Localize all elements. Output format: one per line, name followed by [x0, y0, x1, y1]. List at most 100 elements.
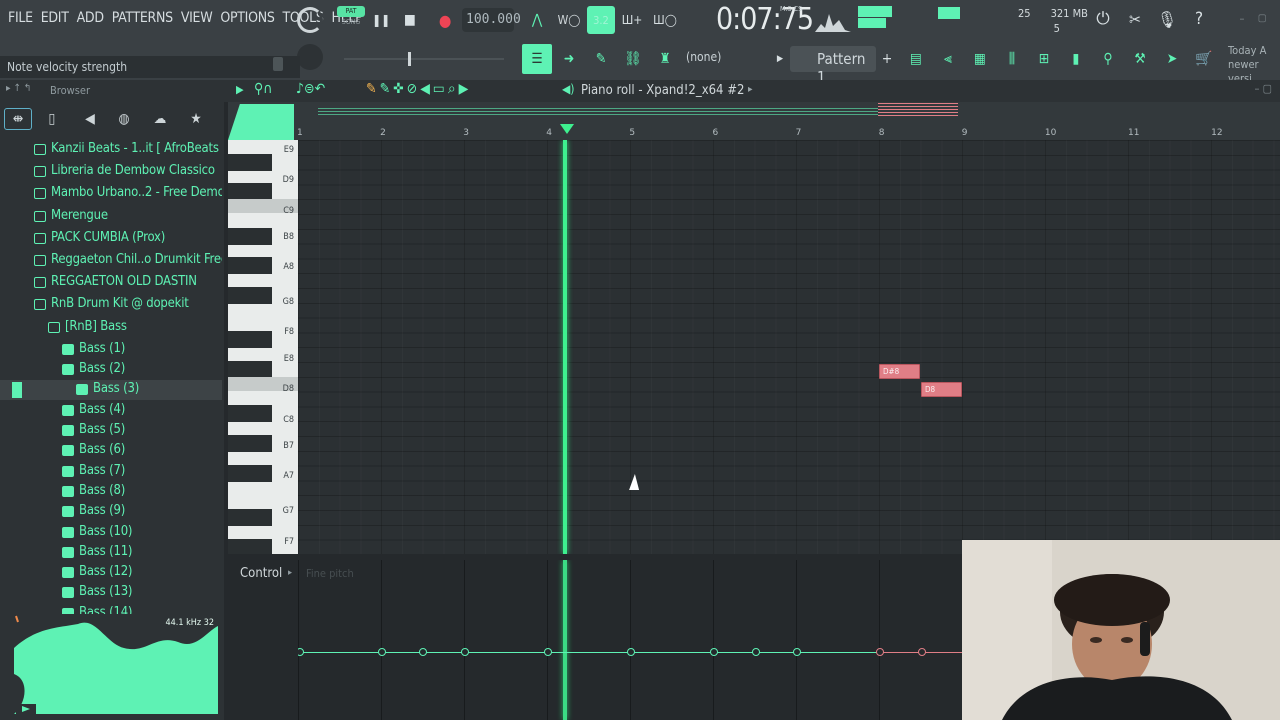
black-key[interactable]: [228, 331, 272, 349]
step-edit-toggle[interactable]: 3.2: [587, 6, 615, 34]
browser-globe-icon[interactable]: ◍: [110, 108, 138, 130]
pr-speaker-icon[interactable]: ◀): [562, 82, 575, 96]
wait-for-input-icon[interactable]: W◯: [557, 9, 581, 31]
black-key[interactable]: [228, 153, 272, 171]
file-icon[interactable]: ▮: [1064, 48, 1088, 70]
browser-file[interactable]: Bass (6): [0, 441, 222, 461]
master-pitch-knob[interactable]: [297, 44, 323, 70]
piano-keys[interactable]: E9 D9 C9 B8 A8 G8 F8 E8 D8 C8 B7 A7 G7 F7: [228, 140, 298, 554]
browser-arrow-icon[interactable]: ▸ ↑ ↰: [6, 83, 31, 94]
browser-file[interactable]: Bass (1): [0, 340, 222, 360]
control-point[interactable]: [876, 648, 884, 656]
black-key[interactable]: [228, 183, 272, 201]
black-key[interactable]: [228, 227, 272, 245]
control-point[interactable]: [461, 648, 469, 656]
browser-folder[interactable]: Reggaeton Chil..o Drumkit Free: [0, 251, 222, 271]
browser-file[interactable]: Bass (14): [0, 604, 222, 614]
black-key[interactable]: [228, 361, 272, 378]
browser-file[interactable]: Bass (13): [0, 583, 222, 603]
pat-song-toggle[interactable]: PAT SONG: [337, 6, 365, 32]
browser-file[interactable]: Bass (4): [0, 401, 222, 421]
pr-tools-icon[interactable]: ✎✎✜⊘◀▭⌕▶: [366, 81, 471, 97]
metronome-icon[interactable]: ⋀: [526, 9, 548, 31]
browser-folder[interactable]: Mambo Urbano..2 - Free Demo: [0, 184, 222, 204]
control-point[interactable]: [710, 648, 718, 656]
maximize-icon[interactable]: ▢: [1256, 10, 1268, 26]
browser-folder[interactable]: [RnB] Bass: [0, 318, 222, 338]
browser-cloud-icon[interactable]: ☁: [146, 108, 174, 130]
pr-close-icon[interactable]: – ▢: [1255, 82, 1272, 95]
browser-all-icon[interactable]: ⇼: [4, 108, 32, 130]
note-grid[interactable]: D#8 D8: [298, 140, 1280, 554]
menu-edit[interactable]: EDIT: [37, 10, 73, 26]
tempo-slider[interactable]: [344, 58, 504, 60]
scissors-icon[interactable]: ✂: [1124, 8, 1146, 30]
browser-speaker-icon[interactable]: ◀: [76, 108, 104, 130]
browser-folder[interactable]: Merengue: [0, 207, 222, 227]
mixer-window-icon[interactable]: ▤: [904, 48, 928, 70]
browser-file[interactable]: Bass (11): [0, 543, 222, 563]
browser-file[interactable]: Bass (2): [0, 360, 222, 380]
black-key[interactable]: [228, 435, 272, 452]
control-point[interactable]: [419, 648, 427, 656]
brush-icon[interactable]: ✎: [590, 48, 612, 70]
black-key[interactable]: [228, 464, 272, 482]
typing-keyboard-icon[interactable]: Ш+: [620, 9, 644, 31]
note-ds8[interactable]: D#8: [879, 364, 920, 379]
pause-button[interactable]: ❚❚: [371, 9, 391, 31]
master-volume-knob[interactable]: [297, 7, 323, 33]
browser-folder[interactable]: RnB Drum Kit @ dopekit: [0, 295, 222, 315]
loop-record-icon[interactable]: Ш◯: [653, 9, 677, 31]
send-icon[interactable]: ➤: [1160, 48, 1184, 70]
link-icon[interactable]: ⛓: [622, 48, 644, 70]
browser-files-icon[interactable]: ▯: [38, 108, 66, 130]
control-point[interactable]: [752, 648, 760, 656]
playhead-marker[interactable]: [560, 124, 574, 134]
tempo-display[interactable]: 100.000: [462, 8, 521, 32]
mixer-icon[interactable]: ⫼: [1000, 48, 1024, 70]
record-button[interactable]: ●: [434, 9, 456, 31]
control-point[interactable]: [298, 648, 304, 656]
menu-add[interactable]: ADD: [73, 10, 108, 26]
tree-icon[interactable]: ⊞: [1032, 48, 1056, 70]
control-point[interactable]: [918, 648, 926, 656]
browser-file[interactable]: Bass (8): [0, 482, 222, 502]
black-key[interactable]: [228, 287, 272, 304]
control-arrow-icon[interactable]: ▸: [288, 568, 292, 578]
control-point[interactable]: [378, 648, 386, 656]
black-key[interactable]: [228, 538, 272, 554]
channel-rack-icon[interactable]: ⫷: [936, 48, 960, 70]
control-point[interactable]: [627, 648, 635, 656]
black-key[interactable]: [228, 405, 272, 423]
browser-folder[interactable]: PACK CUMBIA (Prox): [0, 229, 222, 249]
minimize-icon[interactable]: –: [1236, 10, 1248, 26]
menu-options[interactable]: OPTIONS: [216, 10, 278, 26]
stamp-icon[interactable]: ♜: [654, 48, 676, 70]
browser-file[interactable]: Bass (3): [0, 380, 222, 401]
tempo-slider-handle[interactable]: [408, 52, 411, 66]
black-key[interactable]: [228, 257, 272, 275]
control-point[interactable]: [793, 648, 801, 656]
note-d8[interactable]: D8: [921, 382, 962, 397]
pattern-selector[interactable]: Pattern 1: [790, 46, 876, 86]
brush-tool-icon[interactable]: ⚒: [1128, 48, 1152, 70]
menu-view[interactable]: VIEW: [177, 10, 217, 26]
browser-file[interactable]: Bass (7): [0, 462, 222, 482]
browser-folder[interactable]: Libreria de Dembow Classico: [0, 162, 222, 182]
cart-icon[interactable]: 🛒: [1192, 48, 1216, 70]
plug-icon[interactable]: ⚲: [1096, 48, 1120, 70]
arrow-right-icon[interactable]: ➜: [558, 48, 580, 70]
browser-star-icon[interactable]: ★: [182, 108, 210, 130]
help-icon[interactable]: ?: [1188, 8, 1210, 30]
browser-file[interactable]: Bass (9): [0, 502, 222, 522]
playlist-icon[interactable]: ☰: [522, 44, 552, 74]
add-pattern-button[interactable]: +: [880, 50, 894, 68]
stop-button[interactable]: ■: [400, 9, 420, 31]
play-small-icon[interactable]: ▶: [774, 52, 786, 66]
menu-patterns[interactable]: PATTERNS: [108, 10, 177, 26]
pr-note-icon[interactable]: ♪⊜↶: [296, 81, 325, 97]
control-label[interactable]: Control: [240, 566, 282, 581]
browser-file[interactable]: Bass (12): [0, 563, 222, 583]
browser-file[interactable]: Bass (10): [0, 523, 222, 543]
black-key[interactable]: [228, 509, 272, 526]
